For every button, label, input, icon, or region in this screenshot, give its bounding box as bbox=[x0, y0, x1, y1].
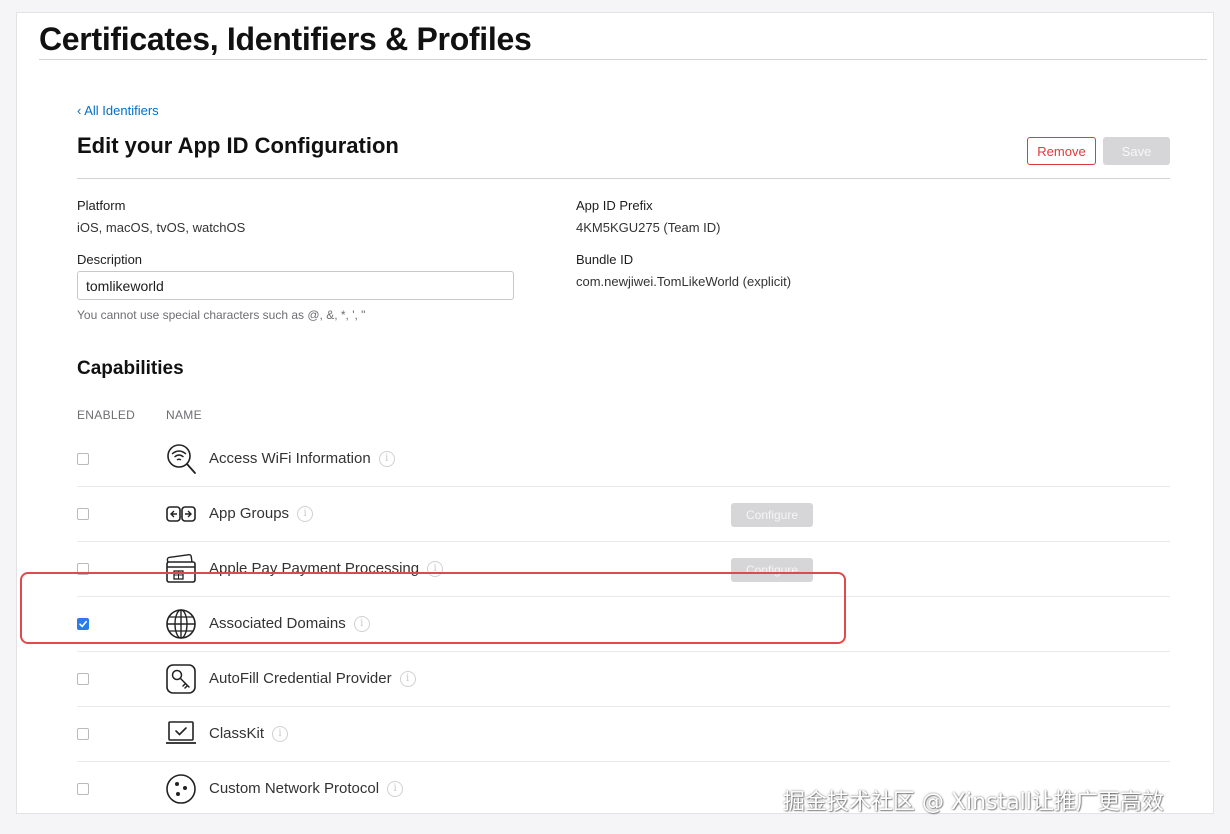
app-groups-icon bbox=[166, 506, 196, 522]
remove-button[interactable]: Remove bbox=[1027, 137, 1096, 165]
page-title: Certificates, Identifiers & Profiles bbox=[39, 21, 532, 57]
bundle-id-value: com.newjiwei.TomLikeWorld (explicit) bbox=[576, 274, 792, 289]
info-icon[interactable]: i bbox=[272, 726, 289, 743]
info-icon[interactable]: i bbox=[297, 506, 314, 523]
section-title: Edit your App ID Configuration bbox=[77, 133, 399, 158]
capability-row-app-groups: App Groups i Configure bbox=[77, 487, 1170, 542]
capability-checkbox[interactable] bbox=[77, 673, 89, 685]
title-divider bbox=[39, 59, 1207, 60]
info-icon[interactable]: i bbox=[399, 671, 416, 688]
highlight-annotation bbox=[20, 572, 846, 644]
all-identifiers-link[interactable]: ‹ All Identifiers bbox=[77, 103, 159, 118]
capability-row-autofill: AutoFill Credential Provider i bbox=[77, 652, 1170, 707]
description-field[interactable] bbox=[77, 271, 514, 300]
description-label: Description bbox=[77, 252, 143, 267]
capability-name: Custom Network Protocol i bbox=[209, 780, 404, 798]
platform-label: Platform bbox=[77, 198, 126, 213]
capability-name: Access WiFi Information i bbox=[209, 450, 395, 468]
bundle-id-label: Bundle ID bbox=[576, 252, 634, 267]
capability-checkbox[interactable] bbox=[77, 453, 89, 465]
info-icon[interactable]: i bbox=[387, 781, 404, 798]
configure-button[interactable]: Configure bbox=[731, 503, 813, 527]
capability-checkbox[interactable] bbox=[77, 728, 89, 740]
wifi-search-icon bbox=[167, 444, 196, 474]
watermark: 掘金技术社区 @ Xinstall让推广更高效 bbox=[783, 790, 1164, 815]
info-icon[interactable]: i bbox=[378, 451, 395, 468]
capability-name: App Groups i bbox=[209, 505, 314, 523]
app-id-prefix-value: 4KM5KGU275 (Team ID) bbox=[576, 220, 721, 235]
page-frame: Certificates, Identifiers & Profiles ‹ A… bbox=[16, 12, 1214, 814]
capability-name: AutoFill Credential Provider i bbox=[209, 670, 416, 688]
network-dots-icon bbox=[166, 774, 196, 804]
capability-row-classkit: ClassKit i bbox=[77, 707, 1170, 762]
capability-row-access-wifi: Access WiFi Information i bbox=[77, 432, 1170, 487]
app-id-prefix-label: App ID Prefix bbox=[576, 198, 653, 213]
capability-checkbox[interactable] bbox=[77, 783, 89, 795]
enabled-column-header: ENABLED bbox=[77, 408, 136, 422]
key-icon bbox=[166, 664, 196, 694]
classkit-icon bbox=[166, 721, 196, 744]
save-button[interactable]: Save bbox=[1103, 137, 1170, 165]
capability-name: ClassKit i bbox=[209, 725, 289, 743]
capabilities-title: Capabilities bbox=[77, 358, 184, 379]
name-column-header: NAME bbox=[166, 408, 202, 422]
platform-value: iOS, macOS, tvOS, watchOS bbox=[77, 220, 246, 235]
capability-checkbox[interactable] bbox=[77, 508, 89, 520]
description-helper-text: You cannot use special characters such a… bbox=[77, 308, 366, 322]
section-divider bbox=[77, 178, 1170, 179]
